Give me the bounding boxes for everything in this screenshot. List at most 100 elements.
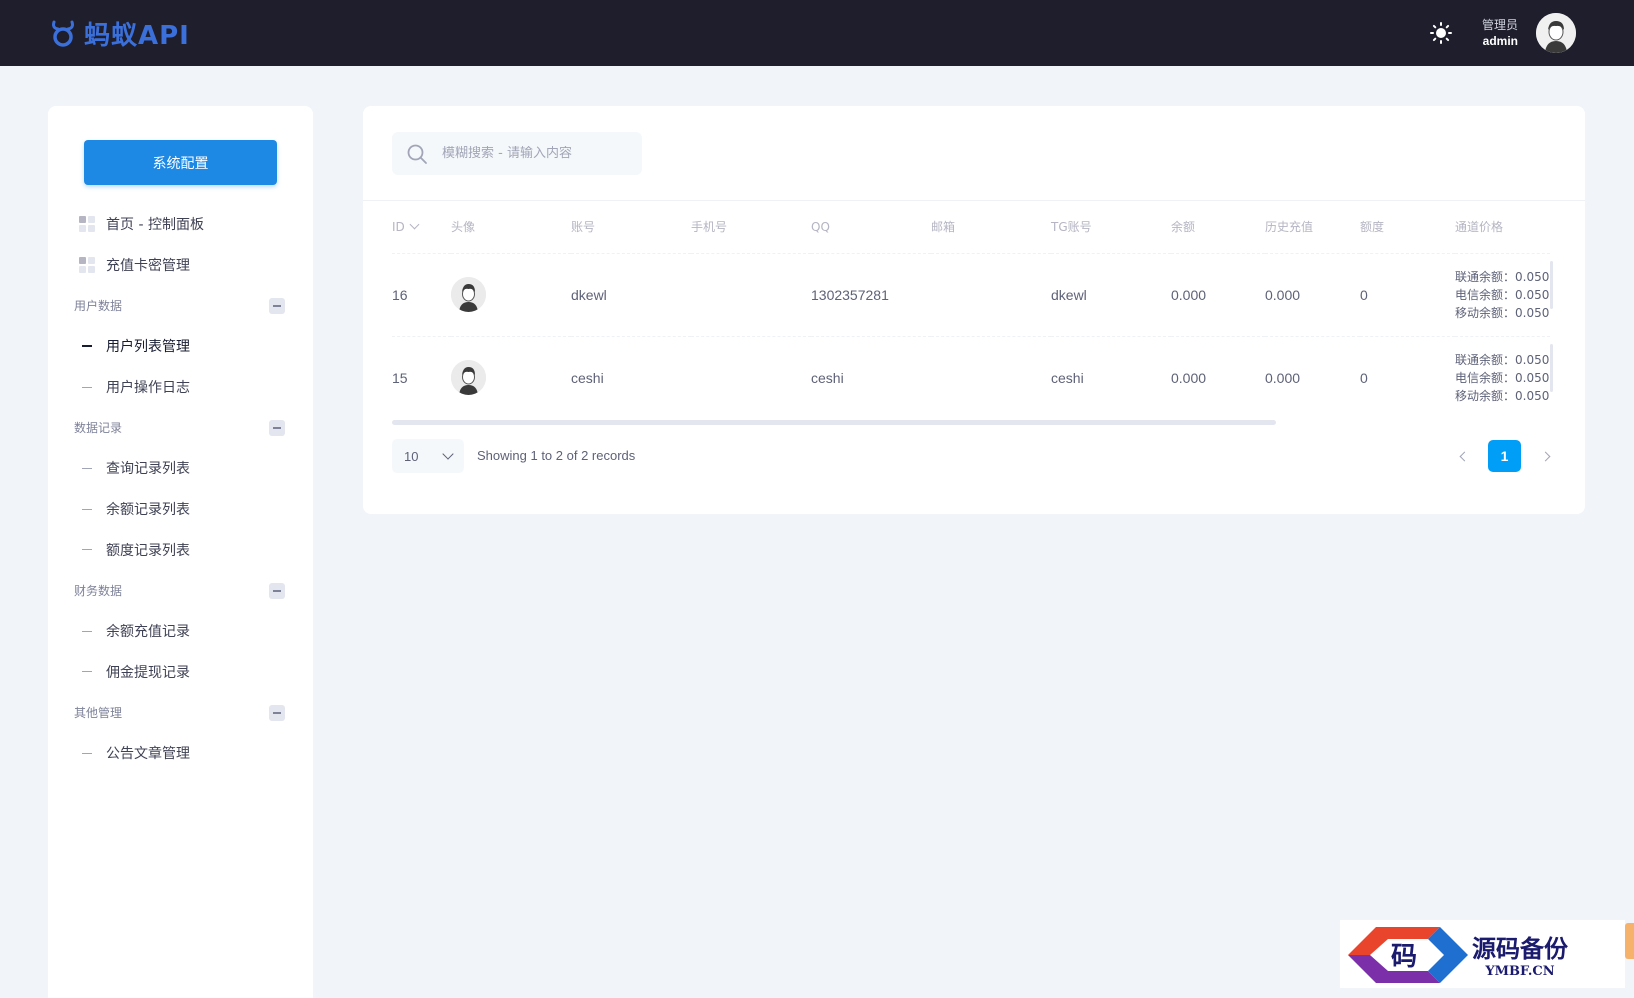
watermark-en-text: YMBF.CN xyxy=(1485,964,1555,979)
card-header xyxy=(363,106,1585,201)
cell-balance: 0.000 xyxy=(1171,253,1265,337)
user-avatar[interactable] xyxy=(1536,13,1576,53)
watermark-text: 源码备份 YMBF.CN xyxy=(1472,929,1568,979)
sidebar-item-quota-records[interactable]: 额度记录列表 xyxy=(48,530,313,571)
theme-toggle-icon[interactable] xyxy=(1429,22,1452,44)
sidebar-item-announcements[interactable]: 公告文章管理 xyxy=(48,733,313,774)
sidebar-item-dashboard[interactable]: 首页 - 控制面板 xyxy=(48,204,313,245)
cell-channel-price: 联通余额：0.050 电信余额：0.050 移动余额：0.050 xyxy=(1455,336,1550,419)
sidebar-item-user-logs[interactable]: 用户操作日志 xyxy=(48,367,313,408)
cell-email xyxy=(931,336,1051,419)
price-telecom: 电信余额：0.050 xyxy=(1455,287,1550,302)
section-other-management[interactable]: 其他管理 xyxy=(48,692,313,733)
table-row[interactable]: 16 dkewl 1302357281 dkewl 0.000 0.000 0 … xyxy=(392,253,1550,337)
user-avatar-icon xyxy=(451,277,486,312)
column-header-id[interactable]: ID xyxy=(392,201,451,254)
section-data-records[interactable]: 数据记录 xyxy=(48,407,313,448)
price-unicom: 联通余额：0.050 xyxy=(1455,269,1550,284)
sidebar-item-label: 用户列表管理 xyxy=(106,339,190,356)
system-config-button[interactable]: 系统配置 xyxy=(84,140,277,185)
section-title: 其他管理 xyxy=(74,706,123,721)
page-size-select[interactable]: 10 xyxy=(392,439,464,473)
bullet-dash xyxy=(82,508,92,510)
sidebar-item-label: 首页 - 控制面板 xyxy=(106,217,204,234)
prev-page-button[interactable] xyxy=(1454,439,1474,473)
column-header-channel-price: 通道价格 xyxy=(1455,201,1550,254)
bullet-dash xyxy=(82,345,92,348)
column-header-email: 邮箱 xyxy=(931,201,1051,254)
cell-id: 16 xyxy=(392,253,451,337)
sidebar: 系统配置 首页 - 控制面板 充值卡密管理 用户数据 用户列表管理 用户操作日志… xyxy=(48,106,313,998)
cell-history: 0.000 xyxy=(1265,253,1360,337)
column-header-qq: QQ xyxy=(811,201,931,254)
page-number-button[interactable]: 1 xyxy=(1488,440,1521,472)
sidebar-item-label: 余额记录列表 xyxy=(106,502,190,519)
cell-balance: 0.000 xyxy=(1171,369,1207,386)
chevron-down-icon xyxy=(442,448,454,460)
collapse-icon[interactable] xyxy=(269,297,285,314)
ant-logo-icon xyxy=(52,20,74,47)
cell-avatar xyxy=(451,336,571,419)
grid-icon xyxy=(79,216,95,233)
collapse-icon[interactable] xyxy=(269,419,285,436)
column-header-history: 历史充值 xyxy=(1265,201,1360,254)
collapse-icon[interactable] xyxy=(269,582,285,599)
cell-qq: 1302357281 xyxy=(811,253,931,337)
collapse-icon[interactable] xyxy=(269,704,285,721)
section-user-data[interactable]: 用户数据 xyxy=(48,285,313,326)
row-scrollbar[interactable] xyxy=(1550,344,1553,392)
sidebar-item-recharge-records[interactable]: 余额充值记录 xyxy=(48,611,313,652)
brand-logo[interactable]: 蚂蚁API xyxy=(48,15,190,52)
cell-phone xyxy=(691,336,811,419)
sidebar-item-user-list[interactable]: 用户列表管理 xyxy=(48,326,313,367)
bullet-dash xyxy=(82,549,92,551)
watermark-logo-icon: 码 xyxy=(1348,927,1468,983)
cell-account: ceshi xyxy=(571,369,604,386)
cell-channel-price: 联通余额：0.050 电信余额：0.050 移动余额：0.050 xyxy=(1455,253,1550,337)
cell-id: 15 xyxy=(392,369,408,386)
column-header-balance: 余额 xyxy=(1171,201,1265,254)
sidebar-item-recharge-cards[interactable]: 充值卡密管理 xyxy=(48,245,313,286)
search-box[interactable] xyxy=(392,132,642,175)
next-page-button[interactable] xyxy=(1535,439,1555,473)
section-title: 数据记录 xyxy=(74,421,123,436)
user-list-card: ID 头像 账号 手机号 QQ 邮箱 TG账号 余额 历史充值 额度 通道价格 … xyxy=(363,106,1585,514)
price-unicom: 联通余额：0.050 xyxy=(1455,352,1550,367)
search-input[interactable] xyxy=(442,146,622,161)
price-mobile: 移动余额：0.050 xyxy=(1455,388,1550,403)
bullet-dash xyxy=(82,752,92,754)
brand-name: 蚂蚁API xyxy=(84,20,190,51)
user-info[interactable]: 管理员 admin xyxy=(1482,17,1518,49)
user-name: admin xyxy=(1482,34,1518,48)
column-header-tg: TG账号 xyxy=(1051,201,1171,254)
cell-avatar xyxy=(451,253,571,337)
sidebar-item-label: 充值卡密管理 xyxy=(106,258,190,275)
cell-quota: 0 xyxy=(1360,369,1368,386)
page-size-value: 10 xyxy=(404,448,419,464)
sidebar-item-label: 余额充值记录 xyxy=(106,624,190,641)
sidebar-menu: 首页 - 控制面板 充值卡密管理 用户数据 用户列表管理 用户操作日志 数据记录 xyxy=(48,204,313,774)
sidebar-item-query-records[interactable]: 查询记录列表 xyxy=(48,448,313,489)
cell-tg: dkewl xyxy=(1051,253,1171,337)
user-avatar-icon xyxy=(451,360,486,396)
side-tab[interactable] xyxy=(1625,923,1634,959)
avatar-icon xyxy=(1536,13,1576,53)
section-finance-data[interactable]: 财务数据 xyxy=(48,570,313,611)
cell-history: 0.000 xyxy=(1265,369,1301,386)
cell-tg: ceshi xyxy=(1051,369,1084,386)
cell-phone xyxy=(691,253,811,337)
user-role: 管理员 xyxy=(1481,18,1518,32)
bullet-dash xyxy=(82,467,92,469)
sidebar-item-withdraw-records[interactable]: 佣金提现记录 xyxy=(48,652,313,693)
table-row[interactable]: 15 ceshi ceshi ceshi 0.000 0.000 0 联通余额：… xyxy=(392,336,1550,419)
row-scrollbar[interactable] xyxy=(1550,261,1553,309)
horizontal-scrollbar[interactable] xyxy=(392,420,1276,425)
cell-email xyxy=(931,253,1051,337)
sidebar-item-balance-records[interactable]: 余额记录列表 xyxy=(48,489,313,530)
watermark-badge-char: 码 xyxy=(1391,942,1417,972)
sidebar-item-label: 公告文章管理 xyxy=(106,746,190,763)
column-header-avatar: 头像 xyxy=(451,201,571,254)
section-title: 用户数据 xyxy=(74,299,123,314)
sort-caret-icon[interactable] xyxy=(409,219,420,230)
chevron-left-icon xyxy=(1459,451,1469,461)
